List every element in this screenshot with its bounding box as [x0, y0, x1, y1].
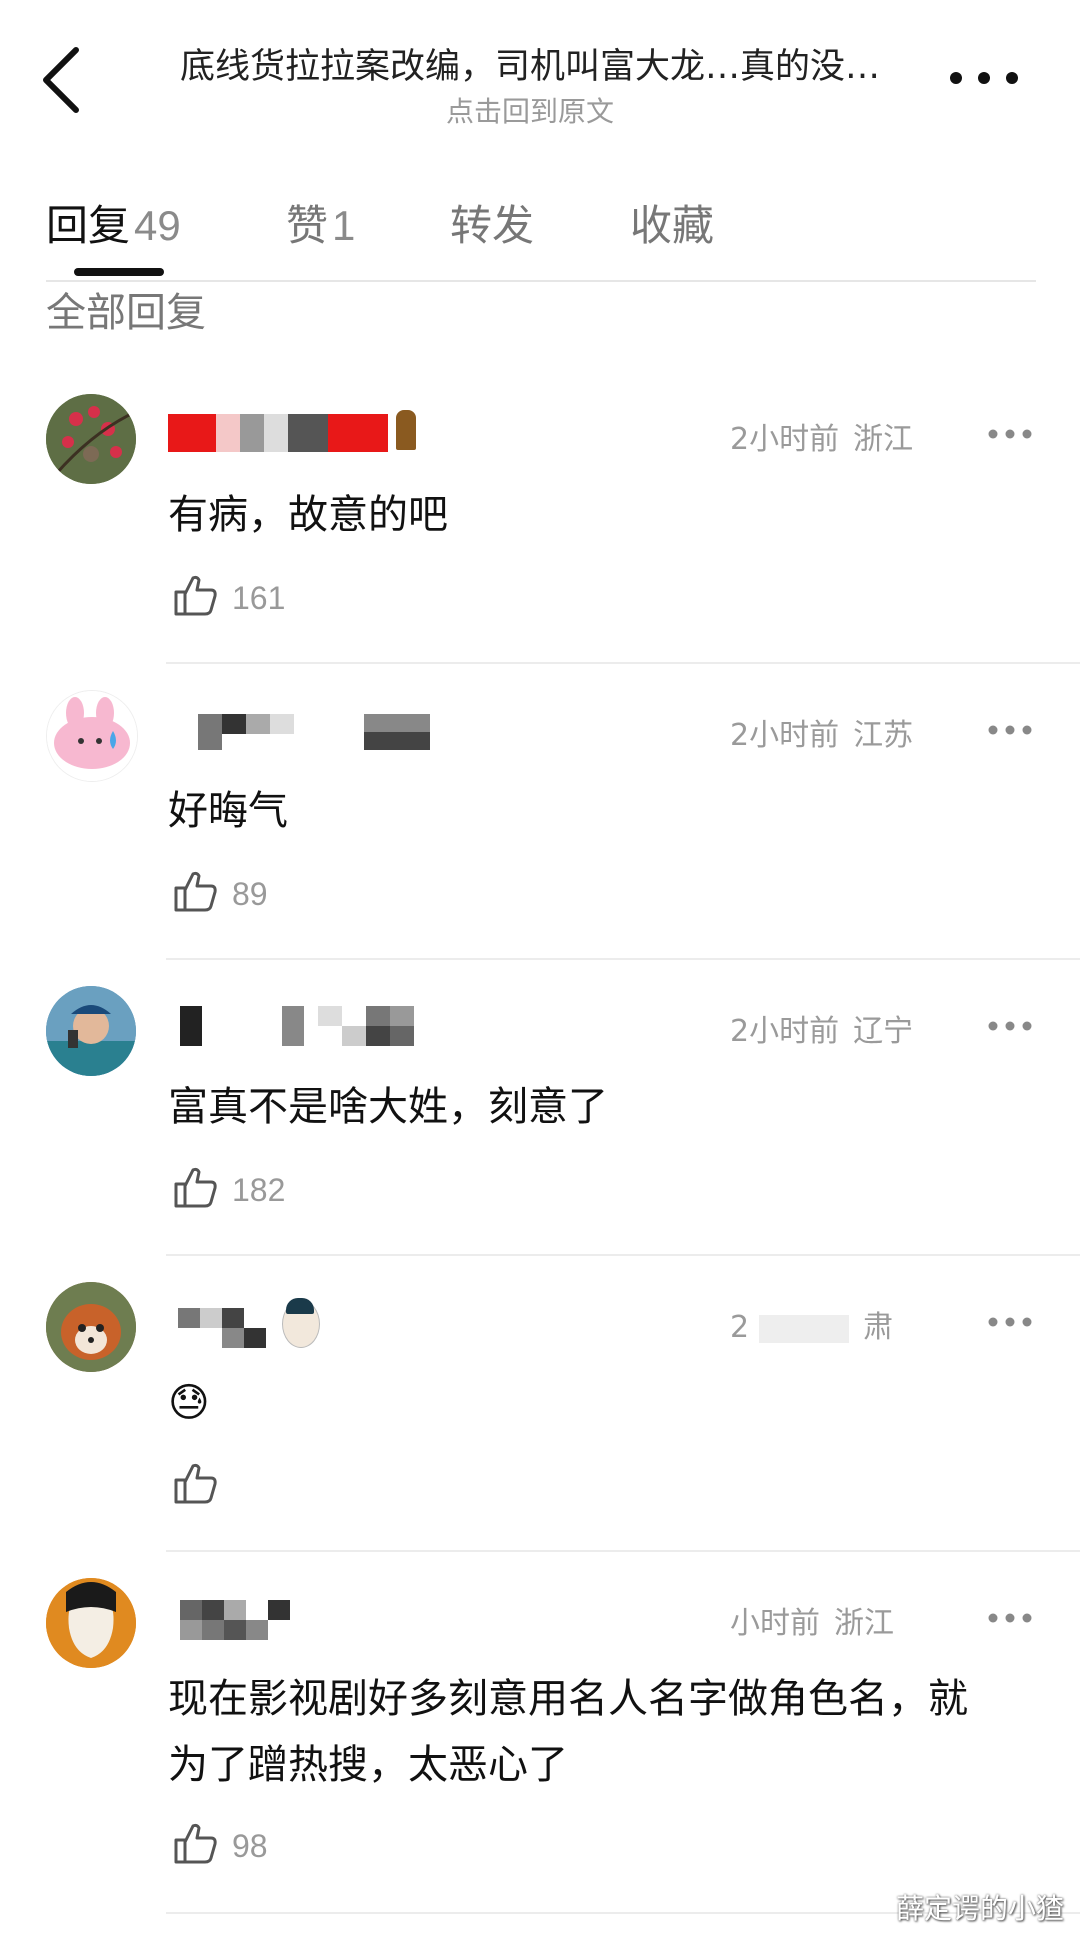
post-title[interactable]: 底线货拉拉案改编，司机叫富大龙…真的没… — [130, 38, 930, 89]
comment-meta: 2小时前 辽宁 — [730, 1006, 913, 1050]
more-icon — [988, 1613, 1032, 1623]
comment-region: 浙江 — [834, 1606, 894, 1641]
like-count: 89 — [232, 876, 268, 912]
more-icon — [988, 429, 1032, 439]
comment-divider — [166, 958, 1080, 960]
nickname-mosaic[interactable] — [168, 1002, 498, 1052]
comment-time: 2小时前 — [730, 718, 840, 753]
thumb-up-icon — [174, 871, 217, 912]
avatar[interactable] — [46, 1578, 136, 1668]
nickname-mosaic[interactable] — [168, 1298, 498, 1354]
thumb-up-icon — [174, 1823, 217, 1864]
avatar-image — [46, 394, 136, 484]
like-count: 161 — [232, 580, 286, 616]
comment-time: 小时前 — [730, 1606, 820, 1641]
avatar[interactable] — [46, 690, 138, 782]
thumb-up-icon — [174, 1463, 217, 1504]
comment-region: 浙江 — [853, 422, 914, 457]
tab-bar: 回复49 赞1 转发 收藏 — [0, 180, 1080, 282]
tab-replies[interactable]: 回复49 — [46, 192, 181, 253]
watermark: 薛定谔的小猹 — [895, 1892, 1064, 1925]
avatar[interactable] — [46, 986, 136, 1076]
back-to-original-link[interactable]: 点击回到原文 — [130, 90, 930, 130]
tab-label: 赞 — [286, 201, 329, 250]
comment-text: 好晦气 — [168, 788, 288, 834]
comment-divider — [166, 1550, 1080, 1552]
tab-favorites[interactable]: 收藏 — [630, 192, 714, 253]
comment-more-button[interactable] — [985, 1312, 1035, 1332]
more-icon — [988, 1021, 1032, 1031]
more-options-button[interactable] — [944, 58, 1024, 98]
avatar-image — [47, 691, 137, 781]
tab-likes[interactable]: 赞1 — [286, 192, 355, 253]
censor-block — [759, 1314, 850, 1343]
back-button[interactable] — [38, 44, 88, 116]
comment-time: 2小时前 — [730, 1014, 840, 1049]
tab-label: 转发 — [450, 201, 535, 250]
like-count: 98 — [232, 1828, 268, 1864]
comment-divider — [166, 1254, 1080, 1256]
tab-label: 收藏 — [630, 201, 715, 250]
tab-count: 1 — [332, 202, 356, 249]
tab-reposts[interactable]: 转发 — [450, 192, 534, 253]
comment-text: 现在影视剧好多刻意用名人名字做角色名，就为了蹭热搜，太恶心了 — [168, 1676, 968, 1788]
comment-divider — [166, 662, 1080, 664]
avatar-image — [46, 1578, 136, 1668]
tab-label: 回复 — [46, 201, 131, 250]
section-title: 全部回复 — [46, 290, 206, 336]
back-arrow-icon — [43, 47, 79, 113]
comment-text: 😓 — [168, 1380, 210, 1426]
comment-region: 辽宁 — [853, 1014, 914, 1049]
thumb-up-icon — [174, 575, 217, 616]
comment-more-button[interactable] — [985, 720, 1035, 740]
comment-region: 江苏 — [853, 718, 914, 753]
comment-meta: 2小时前 江苏 — [730, 710, 913, 754]
more-icon — [988, 1317, 1032, 1327]
more-icon — [950, 72, 1018, 84]
comment-more-button[interactable] — [985, 1016, 1035, 1036]
nickname-mosaic[interactable] — [168, 408, 498, 458]
comment-more-button[interactable] — [985, 424, 1035, 444]
active-tab-indicator — [74, 268, 164, 276]
comment-more-button[interactable] — [985, 1608, 1035, 1628]
avatar-image — [46, 986, 136, 1076]
tab-count: 49 — [134, 202, 181, 249]
comment-time: 2 — [730, 1310, 750, 1345]
comment-meta: 小时前 浙江 — [730, 1598, 894, 1642]
avatar[interactable] — [46, 394, 136, 484]
comment-text: 富真不是啥大姓，刻意了 — [168, 1084, 608, 1130]
comment-time: 2小时前 — [730, 422, 840, 457]
avatar-image — [46, 1282, 136, 1372]
comment-region: 肃 — [863, 1310, 894, 1345]
nickname-mosaic[interactable] — [168, 1596, 498, 1646]
thumb-up-icon — [174, 1167, 217, 1208]
top-bar: 底线货拉拉案改编，司机叫富大龙…真的没… 点击回到原文 — [0, 0, 1080, 140]
like-count: 182 — [232, 1172, 286, 1208]
nickname-mosaic[interactable] — [168, 708, 498, 758]
comment-text: 有病，故意的吧 — [168, 492, 448, 538]
avatar[interactable] — [46, 1282, 136, 1372]
comment-meta: 2肃 — [730, 1302, 893, 1346]
more-icon — [988, 725, 1032, 735]
comment-meta: 2小时前 浙江 — [730, 414, 913, 458]
